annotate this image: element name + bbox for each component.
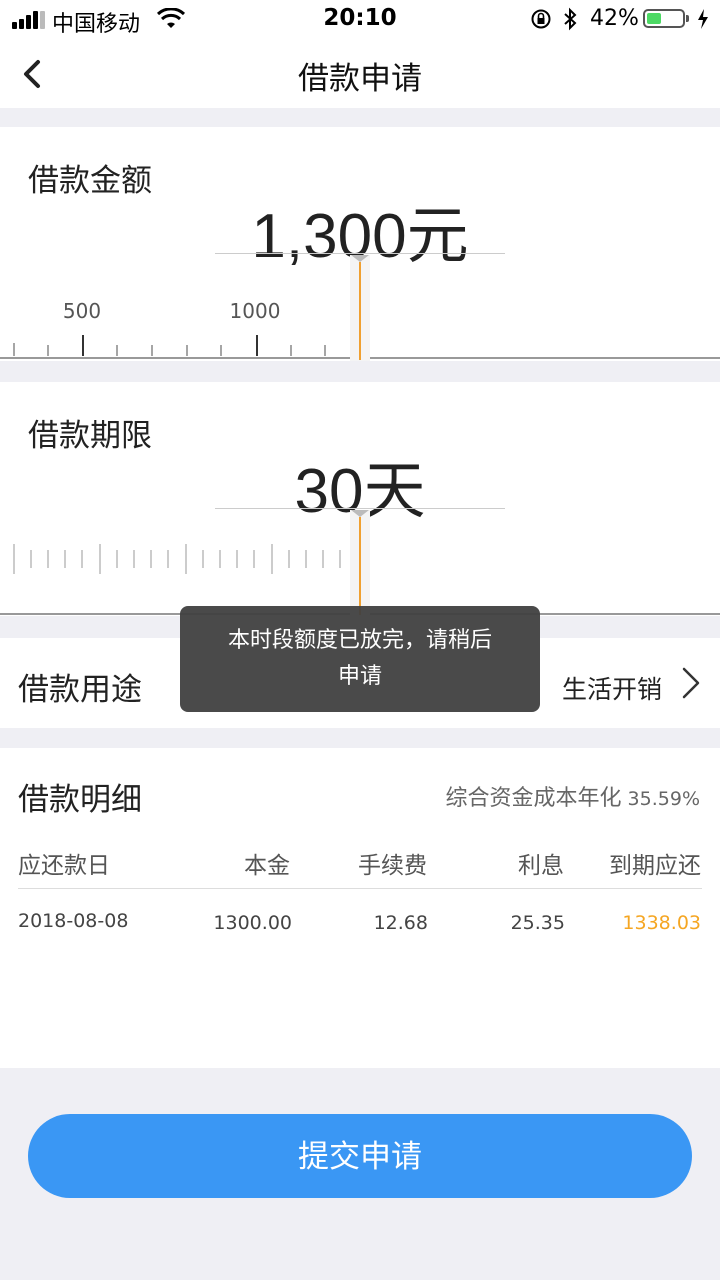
amount-value-underline bbox=[215, 253, 505, 254]
term-indicator-cap bbox=[351, 510, 369, 517]
term-section: 借款期限 30天 bbox=[0, 382, 720, 616]
column-header-due-date: 应还款日 bbox=[18, 853, 110, 879]
cell-principal: 1300.00 bbox=[213, 912, 292, 934]
loan-application-screen: 中国移动 20:10 42% 借款申请 借款金额 1,300元 500 1000… bbox=[0, 0, 720, 1280]
orientation-lock-icon bbox=[531, 9, 551, 29]
cell-fee: 12.68 bbox=[373, 912, 428, 934]
column-header-principal: 本金 bbox=[244, 853, 290, 879]
amount-section: 借款金额 1,300元 500 1000 bbox=[0, 127, 720, 361]
column-header-interest: 利息 bbox=[518, 853, 564, 879]
charging-icon bbox=[698, 9, 708, 29]
amount-indicator-line[interactable] bbox=[359, 262, 361, 360]
column-header-fee: 手续费 bbox=[358, 853, 427, 879]
submit-button[interactable]: 提交申请 bbox=[28, 1114, 692, 1198]
bluetooth-icon bbox=[564, 7, 577, 31]
toast-line-1: 本时段额度已放完，请稍后 bbox=[227, 628, 492, 653]
battery-percent: 42% bbox=[590, 6, 639, 31]
battery-fill bbox=[647, 13, 661, 24]
amount-indicator-cap bbox=[351, 255, 369, 262]
cell-due-date: 2018-08-08 bbox=[18, 910, 129, 932]
status-bar: 中国移动 20:10 42% bbox=[0, 0, 720, 40]
column-header-total-due: 到期应还 bbox=[609, 853, 701, 879]
table-divider bbox=[18, 888, 702, 889]
purpose-label: 借款用途 bbox=[18, 672, 142, 708]
nav-bar: 借款申请 bbox=[0, 40, 720, 108]
amount-label: 借款金额 bbox=[28, 163, 152, 199]
details-title: 借款明细 bbox=[18, 782, 142, 818]
toast-line-2: 申请 bbox=[337, 664, 382, 689]
term-value-underline bbox=[215, 508, 505, 509]
battery-cap bbox=[686, 15, 689, 22]
annual-rate-label: 综合资金成本年化 bbox=[445, 786, 622, 811]
page-title: 借款申请 bbox=[298, 61, 422, 97]
loan-details-section: 借款明细 综合资金成本年化 35.59% 应还款日 本金 手续费 利息 到期应还 … bbox=[0, 748, 720, 1068]
battery-icon bbox=[643, 9, 685, 28]
annual-rate-value: 35.59% bbox=[627, 788, 700, 810]
cell-total-due: 1338.03 bbox=[622, 912, 701, 934]
toast-message: 本时段额度已放完，请稍后 申请 bbox=[180, 606, 540, 712]
purpose-value[interactable]: 生活开销 bbox=[562, 670, 662, 706]
term-label: 借款期限 bbox=[28, 418, 152, 454]
cell-interest: 25.35 bbox=[510, 912, 565, 934]
annual-rate: 综合资金成本年化 35.59% bbox=[446, 780, 700, 812]
term-indicator-line[interactable] bbox=[359, 517, 361, 615]
chevron-right-icon[interactable] bbox=[680, 666, 702, 700]
